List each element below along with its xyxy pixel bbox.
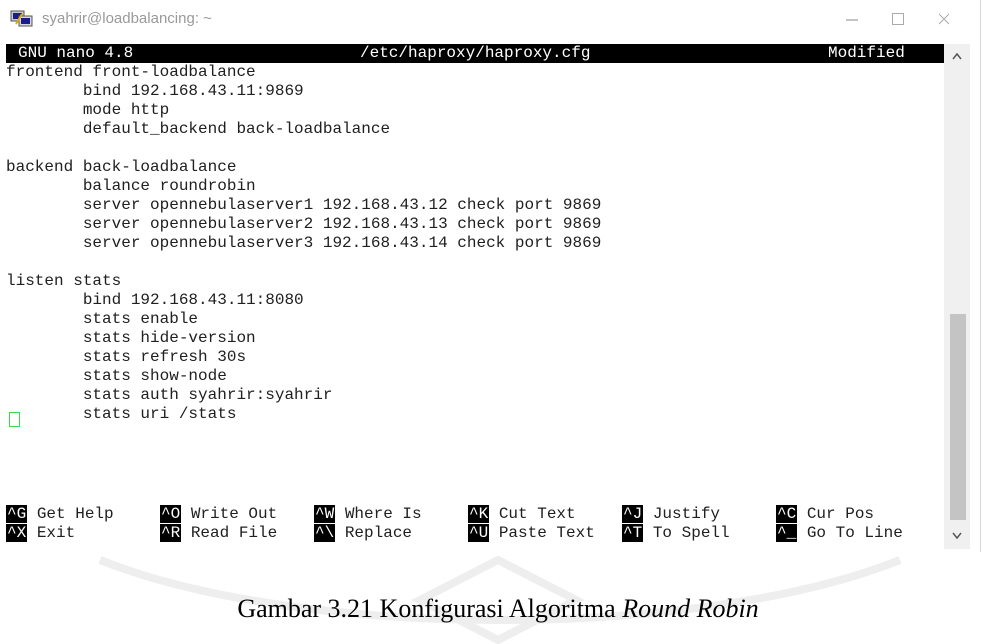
config-line: stats refresh 30s <box>6 348 247 366</box>
shortcut-key: ^G <box>6 505 28 523</box>
shortcut-key: ^X <box>6 524 28 542</box>
window-title: syahrir@loadbalancing: ~ <box>42 10 212 27</box>
text-cursor <box>9 412 20 427</box>
shortcut-label: Write Out <box>190 505 278 523</box>
config-line: backend back-loadbalance <box>6 158 237 176</box>
shortcut-key: ^R <box>160 524 182 542</box>
shortcut-cur-pos[interactable]: ^C Cur Pos <box>776 505 874 524</box>
shortcut-key: ^J <box>622 505 644 523</box>
shortcut-key: ^W <box>314 505 336 523</box>
maximize-button[interactable] <box>878 6 918 32</box>
shortcut-key: ^_ <box>776 524 798 542</box>
shortcut-key: ^T <box>622 524 644 542</box>
config-line: bind 192.168.43.11:9869 <box>6 82 304 100</box>
shortcut-label: Get Help <box>36 505 114 523</box>
shortcut-write-out[interactable]: ^O Write Out <box>160 505 277 524</box>
shortcut-label: Replace <box>344 524 413 542</box>
config-line: mode http <box>6 101 170 119</box>
putty-icon <box>10 10 33 27</box>
config-line: listen stats <box>6 272 122 290</box>
maximize-icon <box>892 13 904 25</box>
terminal-window: syahrir@loadbalancing: ~ GNU nano 4.8 /e… <box>0 0 981 552</box>
title-bar: syahrir@loadbalancing: ~ <box>0 0 980 38</box>
vertical-scrollbar[interactable] <box>944 44 970 549</box>
shortcut-label: Cut Text <box>498 505 576 523</box>
shortcut-label: To Spell <box>652 524 730 542</box>
shortcut-paste-text[interactable]: ^U Paste Text <box>468 524 595 543</box>
shortcut-replace[interactable]: ^\ Replace <box>314 524 412 543</box>
shortcut-go-to-line[interactable]: ^_ Go To Line <box>776 524 903 543</box>
shortcut-to-spell[interactable]: ^T To Spell <box>622 524 730 543</box>
shortcut-label: Go To Line <box>806 524 903 542</box>
caption-emphasis: Round Robin <box>622 594 759 623</box>
config-line: bind 192.168.43.11:8080 <box>6 291 304 309</box>
config-line: stats auth syahrir:syahrir <box>6 386 333 404</box>
minimize-icon <box>846 19 858 21</box>
config-line: server opennebulaserver3 192.168.43.14 c… <box>6 234 602 252</box>
config-line: default_backend back-loadbalance <box>6 120 391 138</box>
shortcut-key: ^\ <box>314 524 336 542</box>
minimize-button[interactable] <box>832 6 872 32</box>
config-line: balance roundrobin <box>6 177 256 195</box>
shortcut-key: ^C <box>776 505 798 523</box>
nano-header-bar: GNU nano 4.8 /etc/haproxy/haproxy.cfg Mo… <box>6 44 944 63</box>
nano-filename: /etc/haproxy/haproxy.cfg <box>360 44 591 62</box>
nano-editor[interactable]: GNU nano 4.8 /etc/haproxy/haproxy.cfg Mo… <box>6 44 944 549</box>
shortcut-cut-text[interactable]: ^K Cut Text <box>468 505 576 524</box>
chevron-down-icon <box>952 532 962 540</box>
nano-version: GNU nano 4.8 <box>18 44 134 62</box>
shortcut-key: ^O <box>160 505 182 523</box>
figure-caption: Gambar 3.21 Konfigurasi Algoritma Round … <box>0 594 996 624</box>
shortcut-justify[interactable]: ^J Justify <box>622 505 720 524</box>
config-line: stats uri /stats <box>6 405 237 423</box>
close-icon <box>938 13 950 25</box>
shortcut-read-file[interactable]: ^R Read File <box>160 524 277 543</box>
close-button[interactable] <box>924 6 964 32</box>
config-line: frontend front-loadbalance <box>6 63 256 81</box>
shortcut-label: Read File <box>190 524 278 542</box>
scrollbar-thumb[interactable] <box>950 314 966 520</box>
shortcut-key: ^K <box>468 505 490 523</box>
nano-status: Modified <box>828 44 905 62</box>
chevron-up-icon <box>952 52 962 60</box>
shortcut-label: Exit <box>36 524 76 542</box>
shortcut-where-is[interactable]: ^W Where Is <box>314 505 422 524</box>
shortcut-key: ^U <box>468 524 490 542</box>
shortcut-label: Cur Pos <box>806 505 875 523</box>
shortcut-exit[interactable]: ^X Exit <box>6 524 75 543</box>
shortcut-label: Justify <box>652 505 721 523</box>
shortcut-label: Paste Text <box>498 524 595 542</box>
config-line: stats show-node <box>6 367 227 385</box>
config-line: stats enable <box>6 310 199 328</box>
caption-prefix: Gambar 3.21 Konfigurasi Algoritma <box>237 594 623 623</box>
config-line: server opennebulaserver1 192.168.43.12 c… <box>6 196 602 214</box>
shortcut-get-help[interactable]: ^G Get Help <box>6 505 114 524</box>
config-line: stats hide-version <box>6 329 256 347</box>
shortcut-label: Where Is <box>344 505 422 523</box>
config-line: server opennebulaserver2 192.168.43.13 c… <box>6 215 602 233</box>
